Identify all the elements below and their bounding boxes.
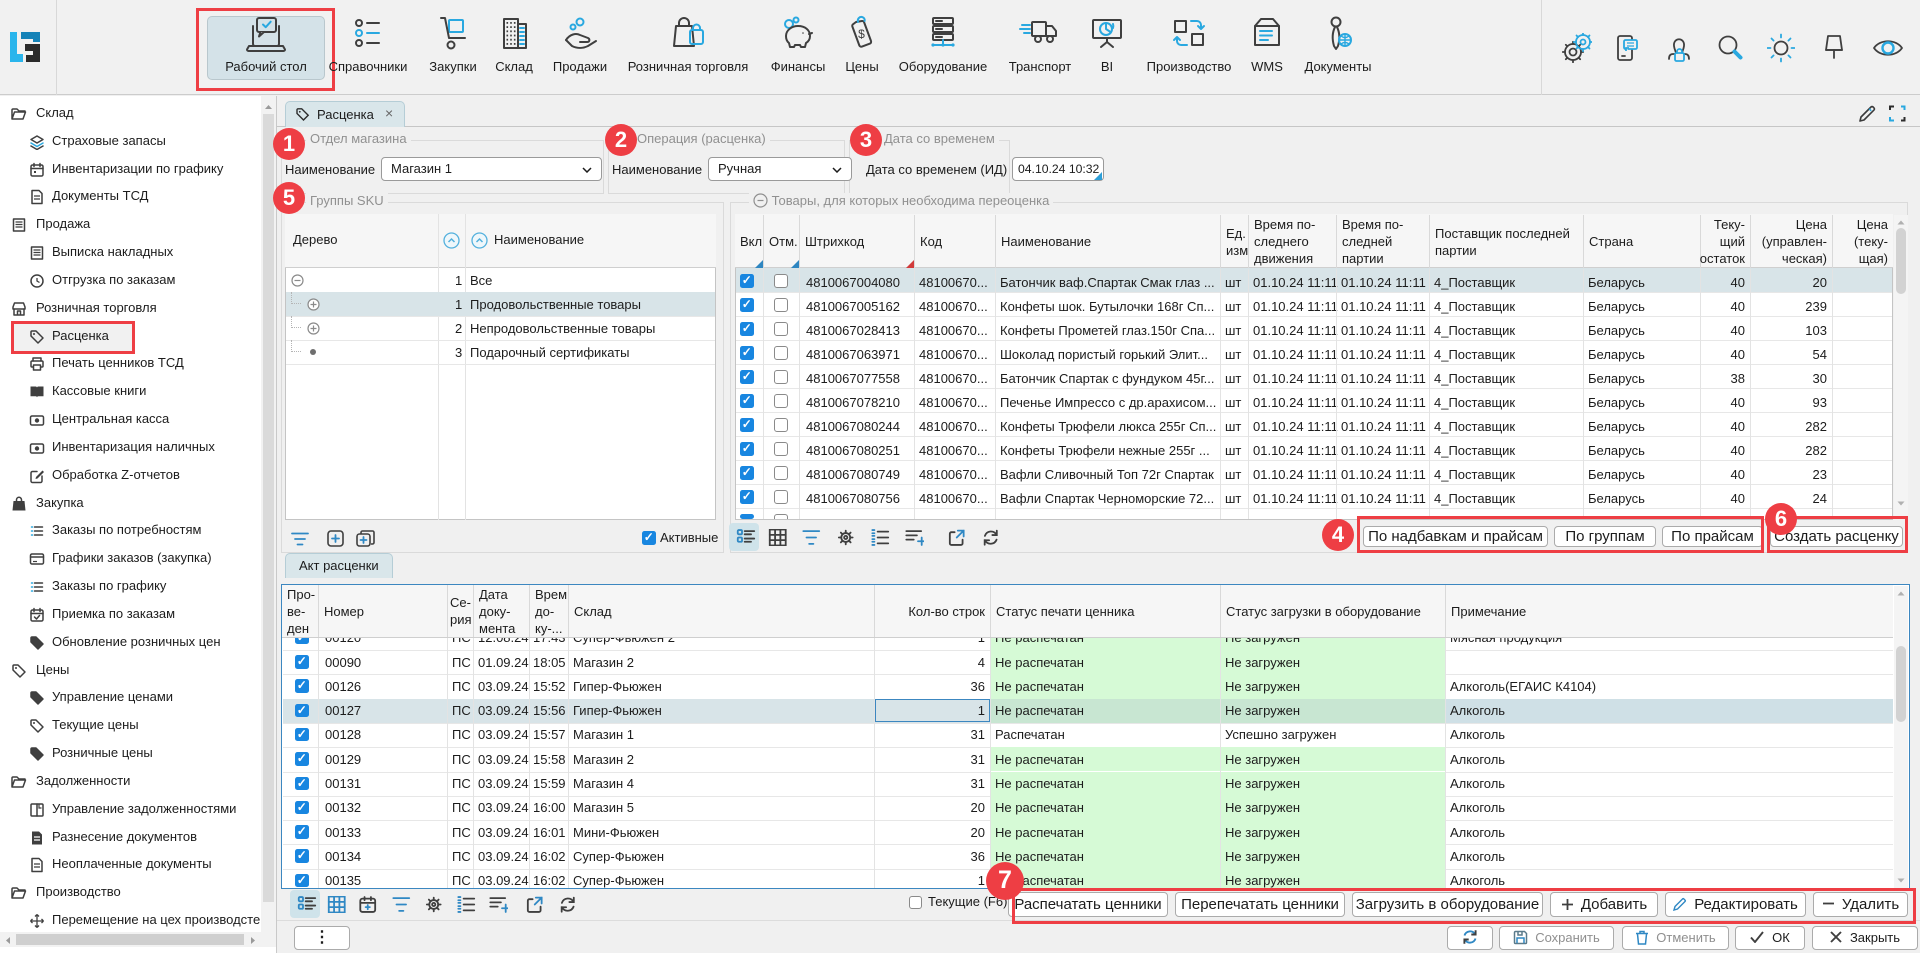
svg-text:$: $: [858, 27, 865, 41]
